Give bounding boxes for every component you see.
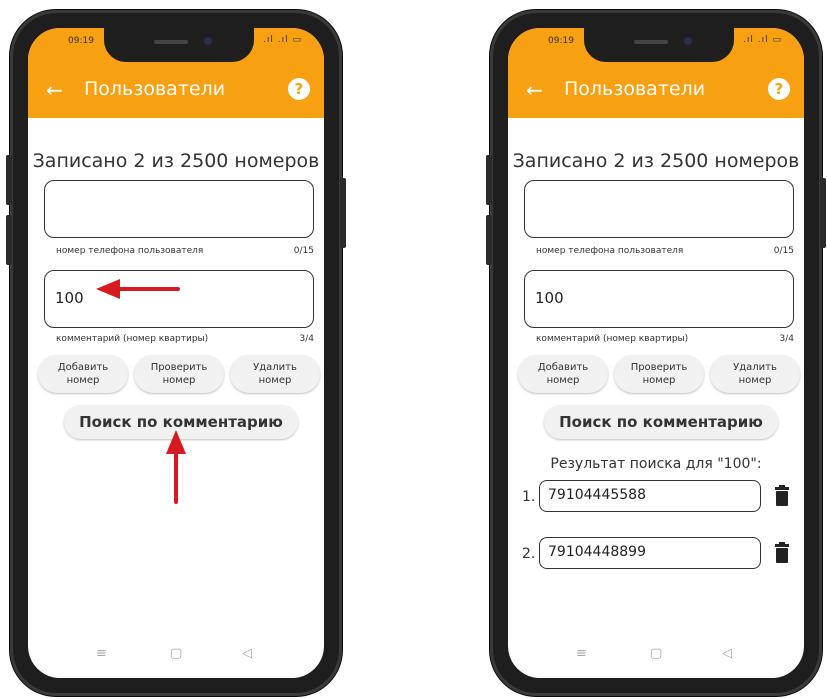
- records-counter: Записано 2 из 2500 номеров: [32, 150, 320, 172]
- trash-icon[interactable]: [774, 485, 790, 507]
- screen-left: 09:19 .ıl .ıl ▭ ← Пользователи ? Записан…: [28, 28, 324, 678]
- add-number-button[interactable]: Добавить номер: [518, 355, 608, 393]
- action-buttons: Добавить номер Проверить номер Удалить н…: [38, 355, 320, 393]
- phone-right: 09:19 .ıl .ıl ▭ ← Пользователи ? Записан…: [486, 10, 826, 696]
- comment-helper: комментарий (номер квартиры) 3/4: [536, 334, 794, 344]
- notch: [104, 28, 254, 62]
- volume-down-button: [6, 215, 12, 265]
- system-nav-bar: ≡ ▢ ◁: [508, 628, 804, 678]
- menu-icon[interactable]: ≡: [576, 646, 587, 661]
- phone-helper: номер телефона пользователя 0/15: [536, 246, 794, 256]
- phone-left: 09:19 .ıl .ıl ▭ ← Пользователи ? Записан…: [6, 10, 346, 696]
- search-by-comment-button[interactable]: Поиск по комментарию: [544, 405, 778, 439]
- annotation-arrow-left-icon: [96, 279, 180, 299]
- result-index: 1.: [522, 489, 536, 505]
- phone-char-count: 0/15: [293, 246, 314, 256]
- status-icons: .ıl .ıl ▭: [743, 35, 782, 45]
- check-number-button[interactable]: Проверить номер: [134, 355, 224, 393]
- phone-helper-text: номер телефона пользователя: [56, 246, 204, 256]
- comment-value: 100: [55, 289, 84, 307]
- back-arrow-icon[interactable]: ←: [46, 80, 63, 100]
- annotation-arrow-up-icon: [166, 430, 186, 504]
- help-icon[interactable]: ?: [288, 78, 310, 100]
- delete-number-button[interactable]: Удалить номер: [230, 355, 320, 393]
- comment-helper-text: комментарий (номер квартиры): [56, 334, 209, 344]
- status-icons: .ıl .ıl ▭: [263, 35, 302, 45]
- nav-back-icon[interactable]: ◁: [722, 646, 732, 661]
- result-phone-field[interactable]: 79104445588: [539, 480, 761, 512]
- phone-helper-text: номер телефона пользователя: [536, 246, 684, 256]
- comment-helper: комментарий (номер квартиры) 3/4: [56, 334, 314, 344]
- action-buttons: Добавить номер Проверить номер Удалить н…: [518, 355, 800, 393]
- trash-icon[interactable]: [774, 542, 790, 564]
- volume-up-button: [486, 155, 492, 205]
- app-bar-title: Пользователи: [84, 78, 226, 100]
- comment-char-count: 3/4: [779, 334, 794, 344]
- comment-char-count: 3/4: [299, 334, 314, 344]
- system-nav-bar: ≡ ▢ ◁: [28, 628, 324, 678]
- phone-char-count: 0/15: [773, 246, 794, 256]
- volume-up-button: [6, 155, 12, 205]
- phone-number-input[interactable]: [524, 180, 794, 238]
- delete-number-button[interactable]: Удалить номер: [710, 355, 800, 393]
- phone-helper: номер телефона пользователя 0/15: [56, 246, 314, 256]
- comment-value: 100: [535, 289, 564, 307]
- power-button: [820, 178, 826, 248]
- status-time: 09:19: [548, 36, 574, 46]
- search-result-title: Результат поиска для "100":: [550, 456, 762, 472]
- notch: [584, 28, 734, 62]
- add-number-button[interactable]: Добавить номер: [38, 355, 128, 393]
- home-icon[interactable]: ▢: [170, 646, 182, 661]
- back-arrow-icon[interactable]: ←: [526, 80, 543, 100]
- status-time: 09:19: [68, 36, 94, 46]
- nav-back-icon[interactable]: ◁: [242, 646, 252, 661]
- app-bar-title: Пользователи: [564, 78, 706, 100]
- screen-right: 09:19 .ıl .ıl ▭ ← Пользователи ? Записан…: [508, 28, 804, 678]
- comment-helper-text: комментарий (номер квартиры): [536, 334, 689, 344]
- check-number-button[interactable]: Проверить номер: [614, 355, 704, 393]
- home-icon[interactable]: ▢: [650, 646, 662, 661]
- volume-down-button: [486, 215, 492, 265]
- help-icon[interactable]: ?: [768, 78, 790, 100]
- phone-number-input[interactable]: [44, 180, 314, 238]
- result-phone-field[interactable]: 79104448899: [539, 537, 761, 569]
- power-button: [340, 178, 346, 248]
- menu-icon[interactable]: ≡: [96, 646, 107, 661]
- comment-input[interactable]: 100: [524, 270, 794, 328]
- result-index: 2.: [522, 546, 536, 562]
- records-counter: Записано 2 из 2500 номеров: [512, 150, 800, 172]
